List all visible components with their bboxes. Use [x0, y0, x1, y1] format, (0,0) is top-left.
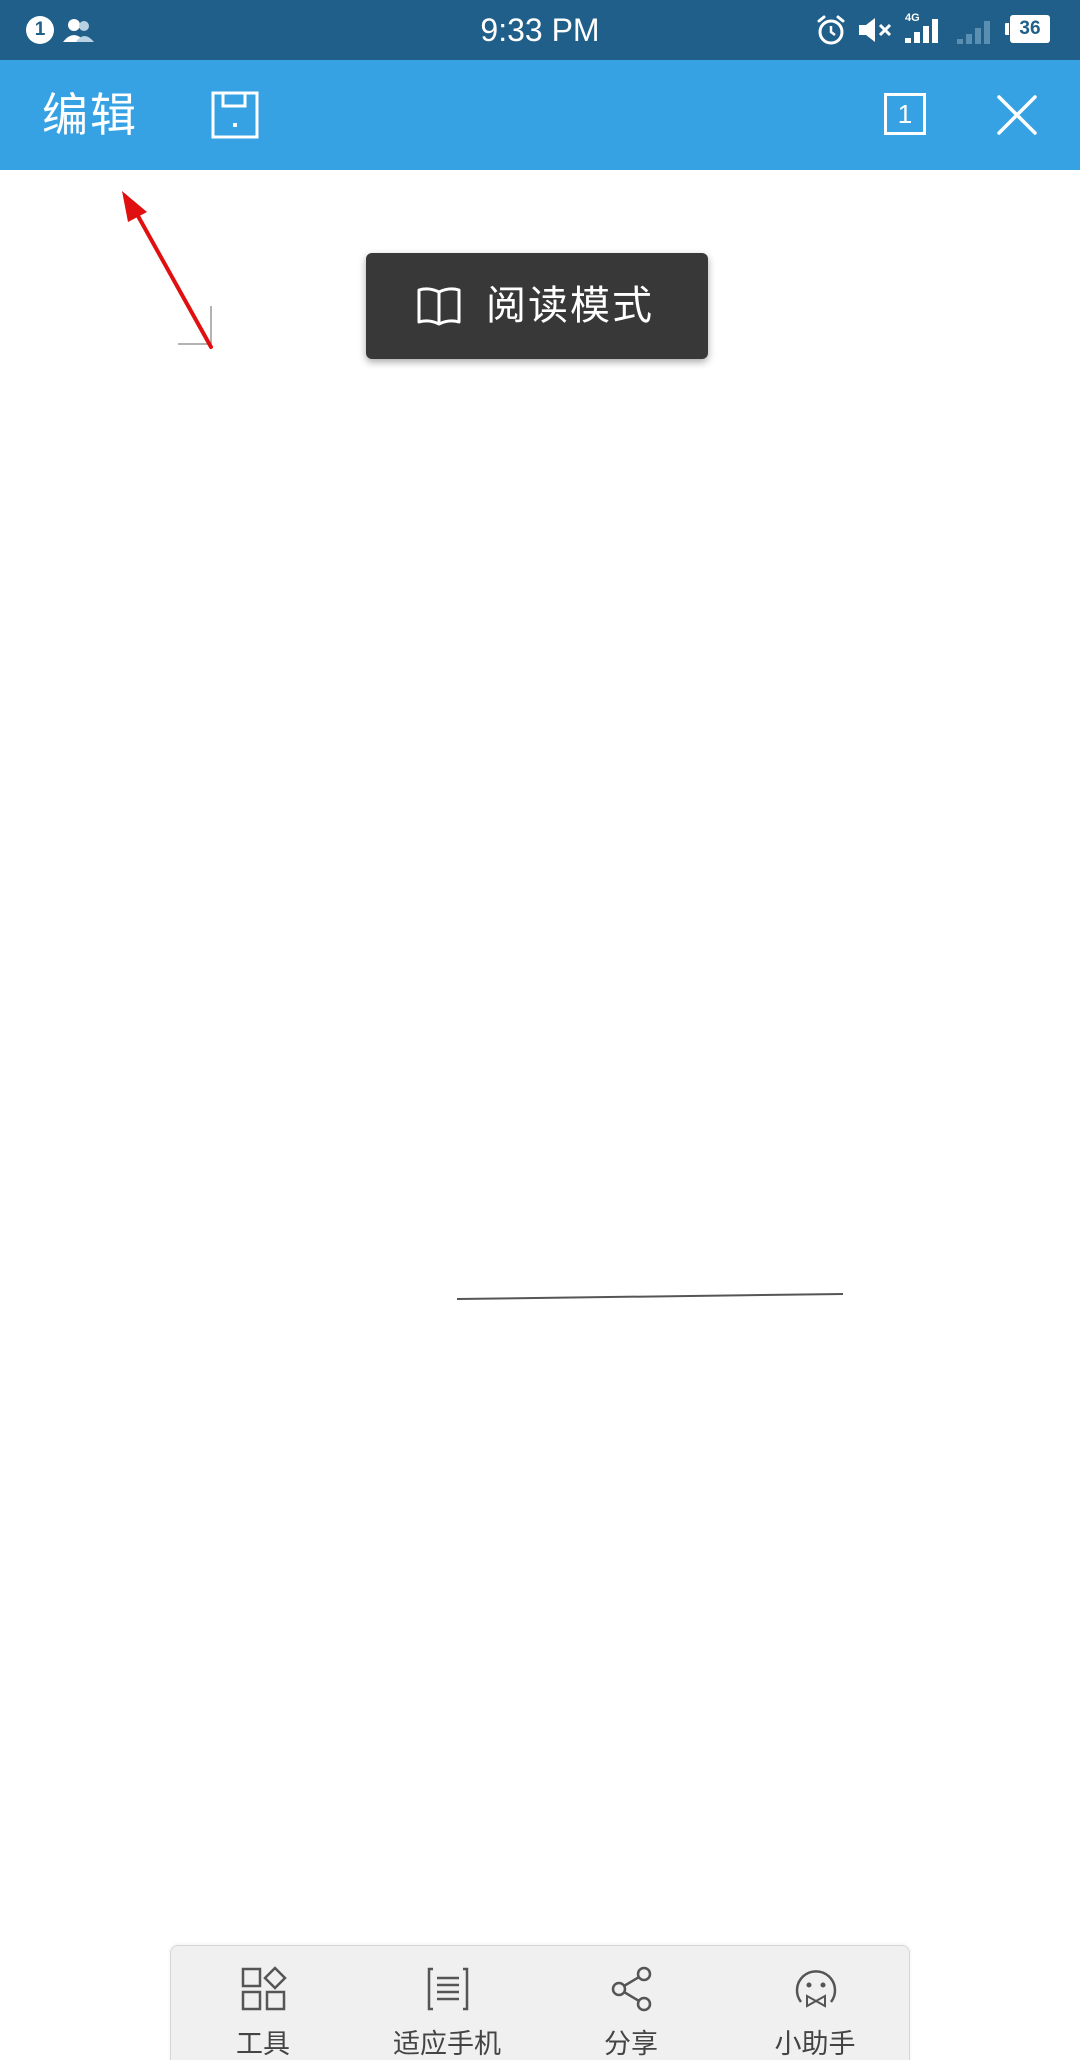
close-icon[interactable]: [995, 93, 1039, 137]
fit-phone-label: 适应手机: [393, 2029, 501, 2060]
screen: 1 9:33 PM 4G 36 编辑 1 阅读模式 工具 适应手机 分享 小助手: [0, 0, 1080, 2060]
app-bar: 编辑 1: [0, 60, 1080, 170]
share-label: 分享: [604, 2029, 658, 2060]
mute-icon: [859, 18, 892, 42]
document-canvas[interactable]: [0, 170, 1080, 2060]
svg-text:4G: 4G: [905, 12, 920, 24]
share-icon: [611, 1966, 652, 2012]
signal-4g-icon: 4G: [905, 12, 938, 43]
read-mode-toast[interactable]: 阅读模式: [366, 253, 708, 359]
share-button[interactable]: 分享: [539, 1946, 723, 2060]
annotation-arrow: [122, 191, 213, 349]
status-bar: 1 9:33 PM 4G 36: [0, 0, 1080, 60]
book-open-icon: [417, 287, 461, 326]
tools-grid-icon: [241, 1966, 287, 2011]
tools-button[interactable]: 工具: [171, 1946, 355, 2060]
save-icon[interactable]: [210, 90, 260, 140]
fit-phone-icon: [427, 1967, 469, 2011]
edit-button[interactable]: 编辑: [42, 60, 138, 170]
assistant-icon: [795, 1970, 837, 2008]
document-line: [456, 1293, 844, 1300]
page-count-button[interactable]: 1: [884, 93, 926, 135]
assistant-label: 小助手: [774, 2029, 856, 2060]
bottom-toolbar: 工具 适应手机 分享 小助手: [170, 1945, 910, 2060]
fit-phone-button[interactable]: 适应手机: [355, 1946, 539, 2060]
page-count-label: 1: [897, 99, 913, 129]
assistant-button[interactable]: 小助手: [723, 1946, 907, 2060]
alarm-icon: [817, 15, 845, 45]
tools-label: 工具: [236, 2029, 290, 2060]
battery-indicator: 36: [1005, 15, 1050, 43]
signal-weak-icon: [957, 21, 990, 44]
read-mode-label: 阅读模式: [486, 283, 654, 329]
